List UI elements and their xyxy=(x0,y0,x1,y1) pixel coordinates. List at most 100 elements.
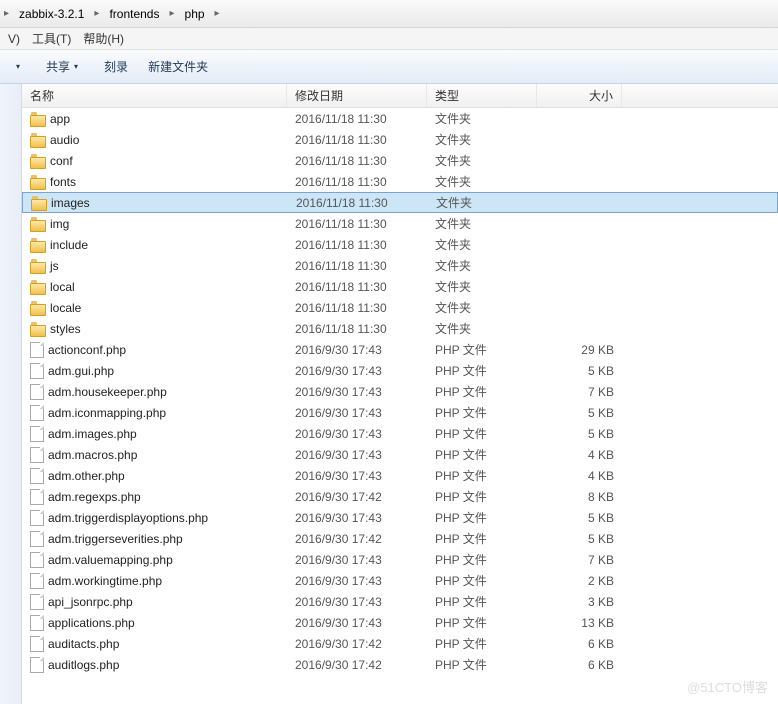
file-type-cell: PHP 文件 xyxy=(427,591,537,612)
file-type-cell: 文件夹 xyxy=(427,150,537,171)
menu-view[interactable]: V) xyxy=(2,30,26,48)
chevron-right-icon: ▸ xyxy=(4,8,9,19)
file-date-cell: 2016/9/30 17:42 xyxy=(287,656,427,674)
menu-tools[interactable]: 工具(T) xyxy=(26,28,77,49)
file-size-cell xyxy=(537,243,622,247)
file-icon xyxy=(30,657,44,673)
file-row[interactable]: local2016/11/18 11:30文件夹 xyxy=(22,276,778,297)
file-name-label: adm.macros.php xyxy=(48,448,137,462)
file-row[interactable]: adm.macros.php2016/9/30 17:43PHP 文件4 KB xyxy=(22,444,778,465)
file-date-cell: 2016/11/18 11:30 xyxy=(288,194,428,212)
file-name-cell: app xyxy=(22,110,287,128)
file-size-cell: 2 KB xyxy=(537,572,622,590)
file-name-label: auditlogs.php xyxy=(48,658,119,672)
file-date-cell: 2016/11/18 11:30 xyxy=(287,236,427,254)
file-row[interactable]: adm.triggerdisplayoptions.php2016/9/30 1… xyxy=(22,507,778,528)
file-icon xyxy=(30,573,44,589)
folder-icon xyxy=(31,196,47,210)
menu-help[interactable]: 帮助(H) xyxy=(77,28,130,49)
file-type-cell: 文件夹 xyxy=(427,234,537,255)
file-size-cell xyxy=(538,201,623,205)
file-name-cell: adm.triggerseverities.php xyxy=(22,529,287,549)
file-row[interactable]: adm.regexps.php2016/9/30 17:42PHP 文件8 KB xyxy=(22,486,778,507)
column-header-type[interactable]: 类型 xyxy=(427,84,537,107)
file-date-cell: 2016/9/30 17:43 xyxy=(287,362,427,380)
file-row[interactable]: adm.iconmapping.php2016/9/30 17:43PHP 文件… xyxy=(22,402,778,423)
file-row[interactable]: audio2016/11/18 11:30文件夹 xyxy=(22,129,778,150)
file-row[interactable]: adm.images.php2016/9/30 17:43PHP 文件5 KB xyxy=(22,423,778,444)
file-date-cell: 2016/9/30 17:43 xyxy=(287,551,427,569)
file-row[interactable]: adm.triggerseverities.php2016/9/30 17:42… xyxy=(22,528,778,549)
file-row[interactable]: api_jsonrpc.php2016/9/30 17:43PHP 文件3 KB xyxy=(22,591,778,612)
chevron-right-icon: ▸ xyxy=(169,8,174,19)
file-row[interactable]: styles2016/11/18 11:30文件夹 xyxy=(22,318,778,339)
file-row[interactable]: actionconf.php2016/9/30 17:43PHP 文件29 KB xyxy=(22,339,778,360)
file-row[interactable]: applications.php2016/9/30 17:43PHP 文件13 … xyxy=(22,612,778,633)
file-icon xyxy=(30,363,44,379)
file-row[interactable]: include2016/11/18 11:30文件夹 xyxy=(22,234,778,255)
new-folder-button[interactable]: 新建文件夹 xyxy=(138,54,218,79)
file-date-cell: 2016/11/18 11:30 xyxy=(287,131,427,149)
folder-icon xyxy=(30,217,46,231)
file-size-cell xyxy=(537,306,622,310)
file-row[interactable]: js2016/11/18 11:30文件夹 xyxy=(22,255,778,276)
file-size-cell xyxy=(537,222,622,226)
column-header-size[interactable]: 大小 xyxy=(537,84,622,107)
file-row[interactable]: locale2016/11/18 11:30文件夹 xyxy=(22,297,778,318)
file-row[interactable]: adm.workingtime.php2016/9/30 17:43PHP 文件… xyxy=(22,570,778,591)
file-row[interactable]: conf2016/11/18 11:30文件夹 xyxy=(22,150,778,171)
file-row[interactable]: img2016/11/18 11:30文件夹 xyxy=(22,213,778,234)
file-date-cell: 2016/9/30 17:42 xyxy=(287,635,427,653)
file-name-cell: adm.workingtime.php xyxy=(22,571,287,591)
share-button[interactable]: 共享 ▾ xyxy=(36,54,88,79)
file-row[interactable]: images2016/11/18 11:30文件夹 xyxy=(22,192,778,213)
file-name-label: adm.images.php xyxy=(48,427,137,441)
file-name-cell: auditacts.php xyxy=(22,634,287,654)
folder-icon xyxy=(30,112,46,126)
file-name-label: img xyxy=(50,217,69,231)
file-type-cell: PHP 文件 xyxy=(427,360,537,381)
file-type-cell: 文件夹 xyxy=(427,171,537,192)
file-size-cell: 3 KB xyxy=(537,593,622,611)
file-row[interactable]: fonts2016/11/18 11:30文件夹 xyxy=(22,171,778,192)
file-name-cell: include xyxy=(22,236,287,254)
file-listview[interactable]: 名称 修改日期 类型 大小 app2016/11/18 11:30文件夹audi… xyxy=(22,84,778,704)
file-size-cell xyxy=(537,285,622,289)
file-row[interactable]: auditacts.php2016/9/30 17:42PHP 文件6 KB xyxy=(22,633,778,654)
column-header-name[interactable]: 名称 xyxy=(22,84,287,107)
file-name-cell: adm.valuemapping.php xyxy=(22,550,287,570)
file-name-cell: images xyxy=(23,194,288,212)
file-row[interactable]: adm.housekeeper.php2016/9/30 17:43PHP 文件… xyxy=(22,381,778,402)
file-size-cell: 13 KB xyxy=(537,614,622,632)
file-type-cell: 文件夹 xyxy=(427,318,537,339)
file-name-label: audio xyxy=(50,133,79,147)
file-row[interactable]: auditlogs.php2016/9/30 17:42PHP 文件6 KB xyxy=(22,654,778,675)
file-row[interactable]: app2016/11/18 11:30文件夹 xyxy=(22,108,778,129)
file-type-cell: 文件夹 xyxy=(427,213,537,234)
burn-button[interactable]: 刻录 xyxy=(94,54,138,79)
file-type-cell: PHP 文件 xyxy=(427,381,537,402)
file-row[interactable]: adm.gui.php2016/9/30 17:43PHP 文件5 KB xyxy=(22,360,778,381)
breadcrumb-item[interactable]: frontends xyxy=(101,4,167,24)
file-size-cell xyxy=(537,264,622,268)
file-type-cell: PHP 文件 xyxy=(427,528,537,549)
file-icon xyxy=(30,384,44,400)
file-type-cell: PHP 文件 xyxy=(427,633,537,654)
file-icon xyxy=(30,552,44,568)
folder-icon xyxy=(30,280,46,294)
file-name-cell: auditlogs.php xyxy=(22,655,287,675)
file-row[interactable]: adm.other.php2016/9/30 17:43PHP 文件4 KB xyxy=(22,465,778,486)
file-name-cell: adm.regexps.php xyxy=(22,487,287,507)
file-size-cell: 29 KB xyxy=(537,341,622,359)
file-date-cell: 2016/11/18 11:30 xyxy=(287,152,427,170)
organize-dropdown[interactable]: ▾ xyxy=(2,58,30,75)
file-row[interactable]: adm.valuemapping.php2016/9/30 17:43PHP 文… xyxy=(22,549,778,570)
file-date-cell: 2016/9/30 17:43 xyxy=(287,446,427,464)
breadcrumb-item[interactable]: zabbix-3.2.1 xyxy=(11,4,92,24)
file-name-cell: img xyxy=(22,215,287,233)
file-name-cell: audio xyxy=(22,131,287,149)
file-name-label: adm.iconmapping.php xyxy=(48,406,166,420)
column-header-date[interactable]: 修改日期 xyxy=(287,84,427,107)
breadcrumb-item[interactable]: php xyxy=(177,4,213,24)
file-type-cell: PHP 文件 xyxy=(427,570,537,591)
